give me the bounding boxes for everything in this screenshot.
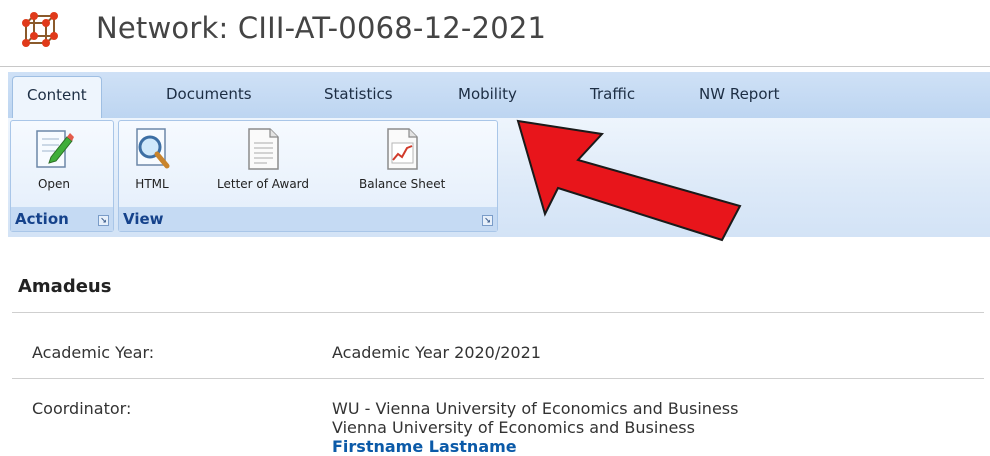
page-header: Network: CIII-AT-0068-12-2021 bbox=[0, 0, 990, 66]
open-button-label: Open bbox=[37, 177, 71, 191]
open-button[interactable]: Open bbox=[33, 127, 75, 191]
coordinator-label: Coordinator: bbox=[32, 399, 132, 418]
coordinator-contact-link[interactable]: Firstname Lastname bbox=[332, 437, 738, 456]
title-divider bbox=[0, 66, 990, 67]
html-button[interactable]: HTML bbox=[131, 127, 173, 191]
divider bbox=[12, 312, 984, 313]
dialog-launcher-icon[interactable]: ↘ bbox=[482, 215, 493, 226]
tab-traffic[interactable]: Traffic bbox=[590, 85, 635, 103]
balance-sheet-button-label: Balance Sheet bbox=[359, 177, 446, 191]
magnifier-document-icon bbox=[136, 128, 170, 169]
coordinator-institution: WU - Vienna University of Economics and … bbox=[332, 399, 739, 418]
dialog-launcher-icon[interactable]: ↘ bbox=[98, 215, 109, 226]
balance-sheet-button[interactable]: Balance Sheet bbox=[359, 127, 445, 191]
ribbon-tabbar: Content Documents Statistics Mobility Tr… bbox=[8, 72, 990, 119]
group-view-title: View bbox=[123, 210, 164, 228]
group-action: Open Action ↘ bbox=[10, 120, 114, 232]
network-cube-icon bbox=[22, 12, 58, 47]
group-view-label: View ↘ bbox=[119, 207, 497, 231]
tab-mobility[interactable]: Mobility bbox=[458, 85, 517, 103]
divider bbox=[12, 378, 984, 379]
group-action-title: Action bbox=[15, 210, 69, 228]
group-action-label: Action ↘ bbox=[11, 207, 113, 231]
tab-statistics[interactable]: Statistics bbox=[324, 85, 393, 103]
tab-content[interactable]: Content bbox=[12, 76, 102, 118]
tab-documents[interactable]: Documents bbox=[166, 85, 252, 103]
letter-of-award-button[interactable]: Letter of Award bbox=[217, 127, 309, 191]
chart-document-icon bbox=[387, 128, 418, 170]
coordinator-faculty: Vienna University of Economics and Busin… bbox=[332, 418, 695, 437]
html-button-label: HTML bbox=[135, 177, 169, 191]
section-title: Amadeus bbox=[18, 276, 112, 297]
tab-nw-report[interactable]: NW Report bbox=[699, 85, 780, 103]
academic-year-label: Academic Year: bbox=[32, 343, 155, 362]
edit-document-icon bbox=[36, 130, 74, 168]
coordinator-value: WU - Vienna University of Economics and … bbox=[332, 399, 738, 456]
ribbon-body: Open Action ↘ HTML Letter of Award Balan… bbox=[8, 118, 990, 237]
page-title: Network: CIII-AT-0068-12-2021 bbox=[96, 11, 547, 45]
group-view: HTML Letter of Award Balance Sheet View … bbox=[118, 120, 498, 232]
academic-year-value: Academic Year 2020/2021 bbox=[332, 343, 541, 362]
document-icon bbox=[248, 128, 279, 170]
letter-of-award-button-label: Letter of Award bbox=[217, 177, 310, 191]
ribbon: Content Documents Statistics Mobility Tr… bbox=[8, 72, 990, 237]
